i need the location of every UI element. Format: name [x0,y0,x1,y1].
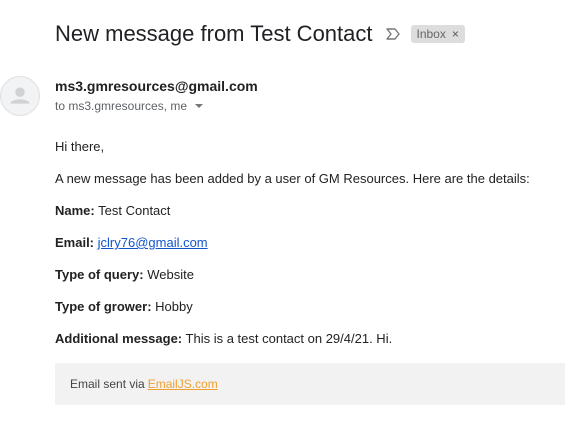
important-marker-icon[interactable] [385,26,401,42]
field-value: This is a test contact on 29/4/21. Hi. [185,331,393,346]
footer-prefix: Email sent via [70,377,145,391]
subject-row: New message from Test Contact Inbox × [55,18,465,50]
field-value: Website [147,267,194,282]
email-link[interactable]: jclry76@gmail.com [98,235,208,250]
inbox-label-chip[interactable]: Inbox × [410,25,465,43]
chevron-down-icon[interactable] [195,104,204,108]
field-email: Email: jclry76@gmail.com [55,235,530,267]
field-label: Type of grower: [55,299,152,314]
field-additional-message: Additional message: This is a test conta… [55,331,530,363]
field-value: Test Contact [98,203,171,218]
recipients-text: to ms3.gmresources, me [55,99,188,113]
field-label: Additional message: [55,331,183,346]
default-avatar-icon [0,76,40,116]
remove-label-icon[interactable]: × [452,27,459,41]
field-label: Email: [55,235,95,250]
field-value: Hobby [155,299,193,314]
email-subject: New message from Test Contact [55,21,373,46]
field-label: Name: [55,203,95,218]
field-label: Type of query: [55,267,144,282]
message-body: Hi there, A new message has been added b… [55,139,530,363]
field-name: Name: Test Contact [55,203,530,235]
recipients-line: to ms3.gmresources, me [55,99,204,113]
emailjs-link[interactable]: EmailJS.com [148,377,218,391]
field-query-type: Type of query: Website [55,267,530,299]
field-grower-type: Type of grower: Hobby [55,299,530,331]
sender-email[interactable]: ms3.gmresources@gmail.com [55,78,258,94]
greeting: Hi there, [55,139,105,154]
intro-text: A new message has been added by a user o… [55,171,530,186]
inbox-label-text: Inbox [416,27,446,41]
email-footer: Email sent via EmailJS.com [55,363,565,405]
